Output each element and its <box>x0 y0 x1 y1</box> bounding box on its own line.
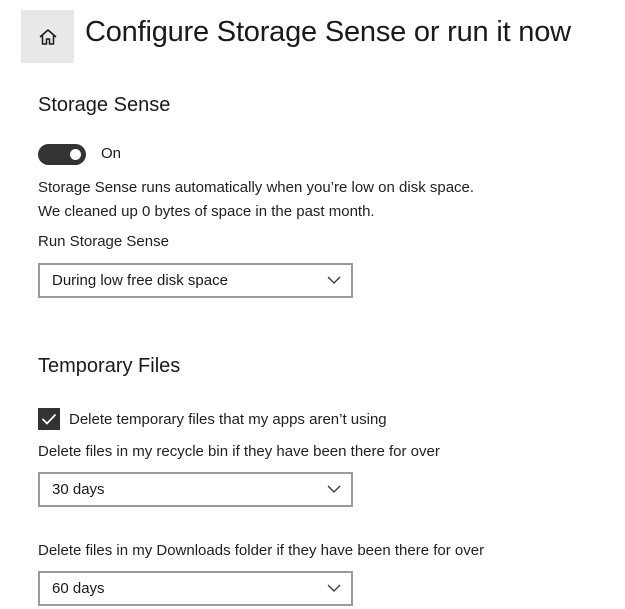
recycle-bin-label: Delete files in my recycle bin if they h… <box>38 443 440 460</box>
home-button[interactable] <box>21 10 74 63</box>
home-icon <box>39 28 56 45</box>
delete-temp-files-checkbox[interactable] <box>38 408 60 430</box>
run-storage-sense-dropdown[interactable]: During low free disk space <box>38 263 353 298</box>
downloads-folder-dropdown[interactable]: 60 days <box>38 571 353 606</box>
delete-temp-files-label[interactable]: Delete temporary files that my apps aren… <box>69 411 387 428</box>
run-storage-sense-value: During low free disk space <box>52 272 228 289</box>
toggle-knob <box>70 149 81 160</box>
run-storage-sense-label: Run Storage Sense <box>38 233 169 250</box>
storage-sense-settings-page: Configure Storage Sense or run it now St… <box>0 0 625 609</box>
recycle-bin-value: 30 days <box>52 481 105 498</box>
recycle-bin-dropdown[interactable]: 30 days <box>38 472 353 507</box>
page-title: Configure Storage Sense or run it now <box>85 16 571 48</box>
checkmark-icon <box>41 413 57 425</box>
cleaned-space-text: We cleaned up 0 bytes of space in the pa… <box>38 203 375 220</box>
chevron-down-icon <box>327 276 341 284</box>
chevron-down-icon <box>327 485 341 493</box>
storage-sense-description: Storage Sense runs automatically when yo… <box>38 179 475 196</box>
chevron-down-icon <box>327 584 341 592</box>
downloads-folder-label: Delete files in my Downloads folder if t… <box>38 542 485 559</box>
temporary-files-heading: Temporary Files <box>38 355 181 377</box>
toggle-state-label: On <box>101 145 122 162</box>
storage-sense-heading: Storage Sense <box>38 94 171 116</box>
downloads-folder-value: 60 days <box>52 580 105 597</box>
storage-sense-toggle[interactable] <box>38 144 86 165</box>
